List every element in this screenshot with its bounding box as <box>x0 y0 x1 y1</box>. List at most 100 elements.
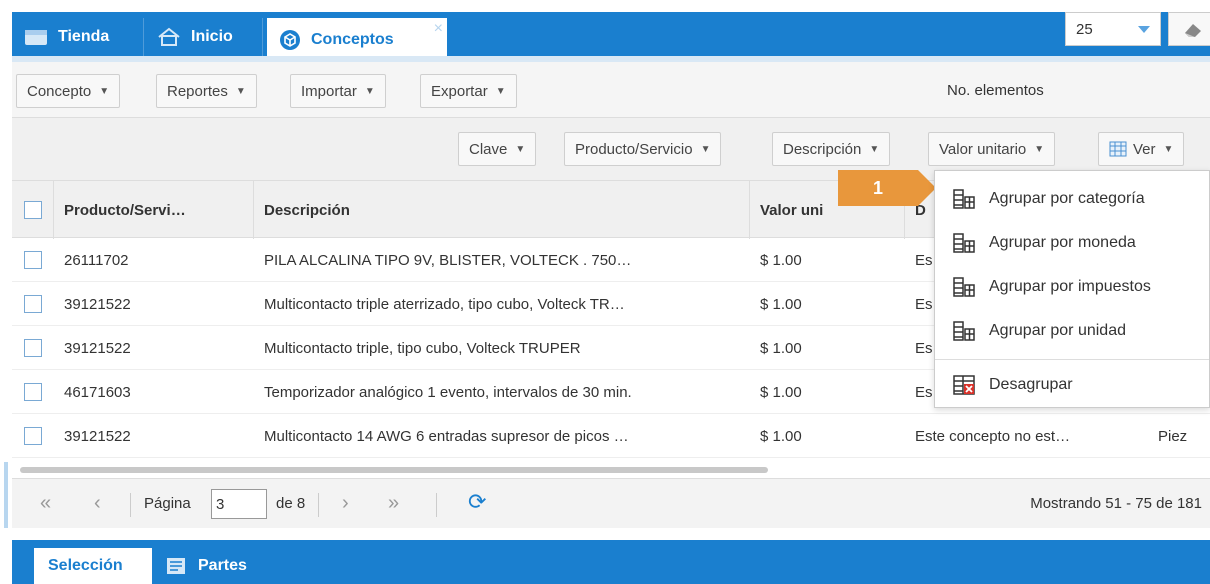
prev-page-icon[interactable]: ‹ <box>94 492 101 515</box>
ungroup-icon <box>953 374 975 396</box>
close-icon[interactable]: × <box>434 20 443 38</box>
menu-item-label: Agrupar por moneda <box>989 234 1136 251</box>
tab-seleccion-label: Selección <box>48 557 123 574</box>
horizontal-scrollbar[interactable] <box>20 467 768 473</box>
row-checkbox[interactable] <box>24 251 42 269</box>
reportes-label: Reportes <box>167 82 228 100</box>
ver-label: Ver <box>1133 140 1156 158</box>
clave-label: Clave <box>469 140 508 158</box>
menu-divider <box>935 359 1209 360</box>
tab-partes[interactable]: Partes <box>152 548 261 584</box>
refresh-icon[interactable]: ⟳ <box>468 489 486 515</box>
valor-label: Valor unitario <box>939 140 1027 158</box>
valor-column-button[interactable]: Valor unitario ▼ <box>928 132 1056 166</box>
tab-seleccion[interactable]: Selección <box>34 548 152 584</box>
side-accent <box>4 462 8 528</box>
menu-item-agrupar-impuestos[interactable]: Agrupar por impuestos <box>935 267 1209 307</box>
next-page-icon[interactable]: › <box>342 492 349 515</box>
cell-descripcion: Multicontacto 14 AWG 6 entradas supresor… <box>264 427 629 445</box>
menu-item-desagrupar[interactable]: Desagrupar <box>935 365 1209 405</box>
tab-inicio[interactable]: Inicio <box>145 18 263 56</box>
header-descripcion[interactable]: Descripción <box>254 181 750 239</box>
exportar-label: Exportar <box>431 82 488 100</box>
menu-item-agrupar-moneda[interactable]: Agrupar por moneda <box>935 223 1209 263</box>
cell-valor: $ 1.00 <box>760 295 802 313</box>
caret-down-icon: ▼ <box>495 85 506 97</box>
top-tab-bar: Tienda Inicio Conceptos × <box>12 12 1210 62</box>
row-checkbox-cell <box>12 326 54 370</box>
caret-down-icon: ▼ <box>700 143 711 155</box>
cell-valor: $ 1.00 <box>760 251 802 269</box>
row-checkbox[interactable] <box>24 295 42 313</box>
tab-tienda[interactable]: Tienda <box>12 18 144 56</box>
concepto-label: Concepto <box>27 82 92 100</box>
first-page-icon[interactable]: « <box>40 492 51 515</box>
cell-extra: Este concepto no est… <box>915 427 1071 445</box>
dropdown-arrow-icon <box>1138 26 1150 33</box>
total-pages-label: de 8 <box>276 495 306 512</box>
toolbar: Concepto ▼ Reportes ▼ Importar ▼ Exportar ▼ … <box>12 62 1210 118</box>
concepto-button[interactable]: Concepto ▼ <box>16 74 121 108</box>
store-icon <box>24 27 48 47</box>
menu-item-label: Agrupar por impuestos <box>989 278 1151 295</box>
box-icon <box>279 29 301 51</box>
caret-down-icon: ▼ <box>99 85 110 97</box>
caret-down-icon: ▼ <box>1163 143 1174 155</box>
clave-column-button[interactable]: Clave ▼ <box>458 132 537 166</box>
importar-label: Importar <box>301 82 357 100</box>
row-checkbox-cell <box>12 414 54 458</box>
divider <box>436 493 437 517</box>
row-checkbox-cell <box>12 282 54 326</box>
ver-button[interactable]: Ver ▼ <box>1098 132 1185 166</box>
page-size-select[interactable]: 25 <box>1065 12 1161 46</box>
divider <box>318 493 319 517</box>
cell-valor: $ 1.00 <box>760 339 802 357</box>
clear-filter-button[interactable] <box>1168 12 1210 46</box>
row-checkbox[interactable] <box>24 339 42 357</box>
menu-item-label: Agrupar por unidad <box>989 322 1126 339</box>
menu-item-label: Desagrupar <box>989 376 1073 393</box>
group-icon <box>953 232 975 254</box>
producto-column-button[interactable]: Producto/Servicio ▼ <box>564 132 722 166</box>
pager-status: Mostrando 51 - 75 de 181 <box>1030 495 1202 512</box>
cell-unidad: Piez <box>1158 427 1188 445</box>
tab-partes-label: Partes <box>198 557 247 574</box>
reportes-button[interactable]: Reportes ▼ <box>156 74 257 108</box>
select-all-checkbox-cell <box>12 181 54 239</box>
menu-item-label: Agrupar por categoría <box>989 190 1145 207</box>
list-icon <box>166 557 186 575</box>
menu-item-agrupar-categoria[interactable]: Agrupar por categoría <box>935 179 1209 219</box>
home-icon <box>157 27 181 47</box>
descripcion-label: Descripción <box>783 140 862 158</box>
page-number-input[interactable]: 3 <box>211 489 267 519</box>
cell-producto: 26111702 <box>64 251 129 269</box>
bottom-tab-bar: Selección Partes <box>12 540 1210 584</box>
menu-item-agrupar-unidad[interactable]: Agrupar por unidad <box>935 311 1209 351</box>
tab-inicio-label: Inicio <box>191 28 233 45</box>
callout-badge: 1 <box>838 170 936 206</box>
grid-view-icon <box>1109 141 1127 157</box>
tab-conceptos-label: Conceptos <box>311 31 394 48</box>
pager: « ‹ Página 3 de 8 › » ⟳ Mostrando 51 - 7… <box>12 478 1210 528</box>
cell-producto: 39121522 <box>64 427 131 445</box>
last-page-icon[interactable]: » <box>388 492 399 515</box>
caret-down-icon: ▼ <box>364 85 375 97</box>
exportar-button[interactable]: Exportar ▼ <box>420 74 517 108</box>
importar-button[interactable]: Importar ▼ <box>290 74 386 108</box>
row-checkbox[interactable] <box>24 383 42 401</box>
caret-down-icon: ▼ <box>1034 143 1045 155</box>
page-size-value: 25 <box>1076 20 1093 38</box>
tab-tienda-label: Tienda <box>58 28 110 45</box>
cell-valor: $ 1.00 <box>760 427 802 445</box>
table-row[interactable]: 39121522 Multicontacto 14 AWG 6 entradas… <box>12 414 1210 458</box>
row-checkbox[interactable] <box>24 427 42 445</box>
header-producto[interactable]: Producto/Servi… <box>54 181 254 239</box>
select-all-checkbox[interactable] <box>23 201 42 219</box>
group-icon <box>953 188 975 210</box>
cell-valor: $ 1.00 <box>760 383 802 401</box>
cell-producto: 46171603 <box>64 383 131 401</box>
cell-descripcion: Multicontacto triple aterrizado, tipo cu… <box>264 295 625 313</box>
group-icon <box>953 276 975 298</box>
no-elementos-label: No. elementos <box>947 82 1044 99</box>
descripcion-column-button[interactable]: Descripción ▼ <box>772 132 891 166</box>
